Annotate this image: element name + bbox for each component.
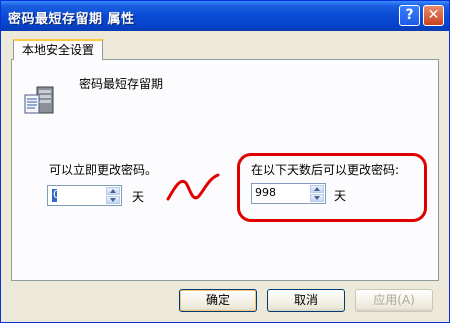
properties-dialog: 密码最短存留期 属性 ? ✕ 本地安全设置 密码最短存留期 可以立即更改密码。 … [0, 0, 450, 323]
immediate-days-spinner[interactable]: 0 [47, 185, 122, 206]
days-change-label: 在以下天数后可以更改密码: [251, 163, 400, 177]
immediate-change-label: 可以立即更改密码。 [49, 163, 158, 177]
spin-up-button[interactable] [310, 185, 324, 193]
red-squiggle-annotation [166, 173, 220, 201]
window-title: 密码最短存留期 属性 [8, 12, 135, 27]
title-bar[interactable]: 密码最短存留期 属性 ? ✕ [1, 1, 449, 31]
days-value: 998 [255, 186, 276, 199]
spinner-buttons [106, 187, 120, 204]
immediate-unit-label: 天 [132, 190, 145, 204]
arrow-up-icon [314, 187, 320, 191]
apply-button[interactable]: 应用(A) [355, 289, 433, 312]
arrow-down-icon [314, 196, 320, 200]
spin-down-button[interactable] [106, 196, 120, 204]
server-policy-icon [24, 86, 54, 114]
immediate-days-value: 0 [53, 188, 60, 201]
policy-name: 密码最短存留期 [79, 77, 164, 91]
cancel-button[interactable]: 取消 [267, 289, 345, 312]
ok-button[interactable]: 确定 [179, 289, 257, 312]
days-spinner[interactable]: 998 [251, 183, 326, 204]
days-unit-label: 天 [334, 189, 347, 203]
help-button[interactable]: ? [399, 5, 420, 26]
spinner-buttons [310, 185, 324, 202]
spin-up-button[interactable] [106, 187, 120, 195]
spin-down-button[interactable] [310, 194, 324, 202]
tab-local-security-setting[interactable]: 本地安全设置 [13, 39, 104, 60]
arrow-down-icon [110, 198, 116, 202]
close-button[interactable]: ✕ [423, 5, 444, 26]
arrow-up-icon [110, 189, 116, 193]
